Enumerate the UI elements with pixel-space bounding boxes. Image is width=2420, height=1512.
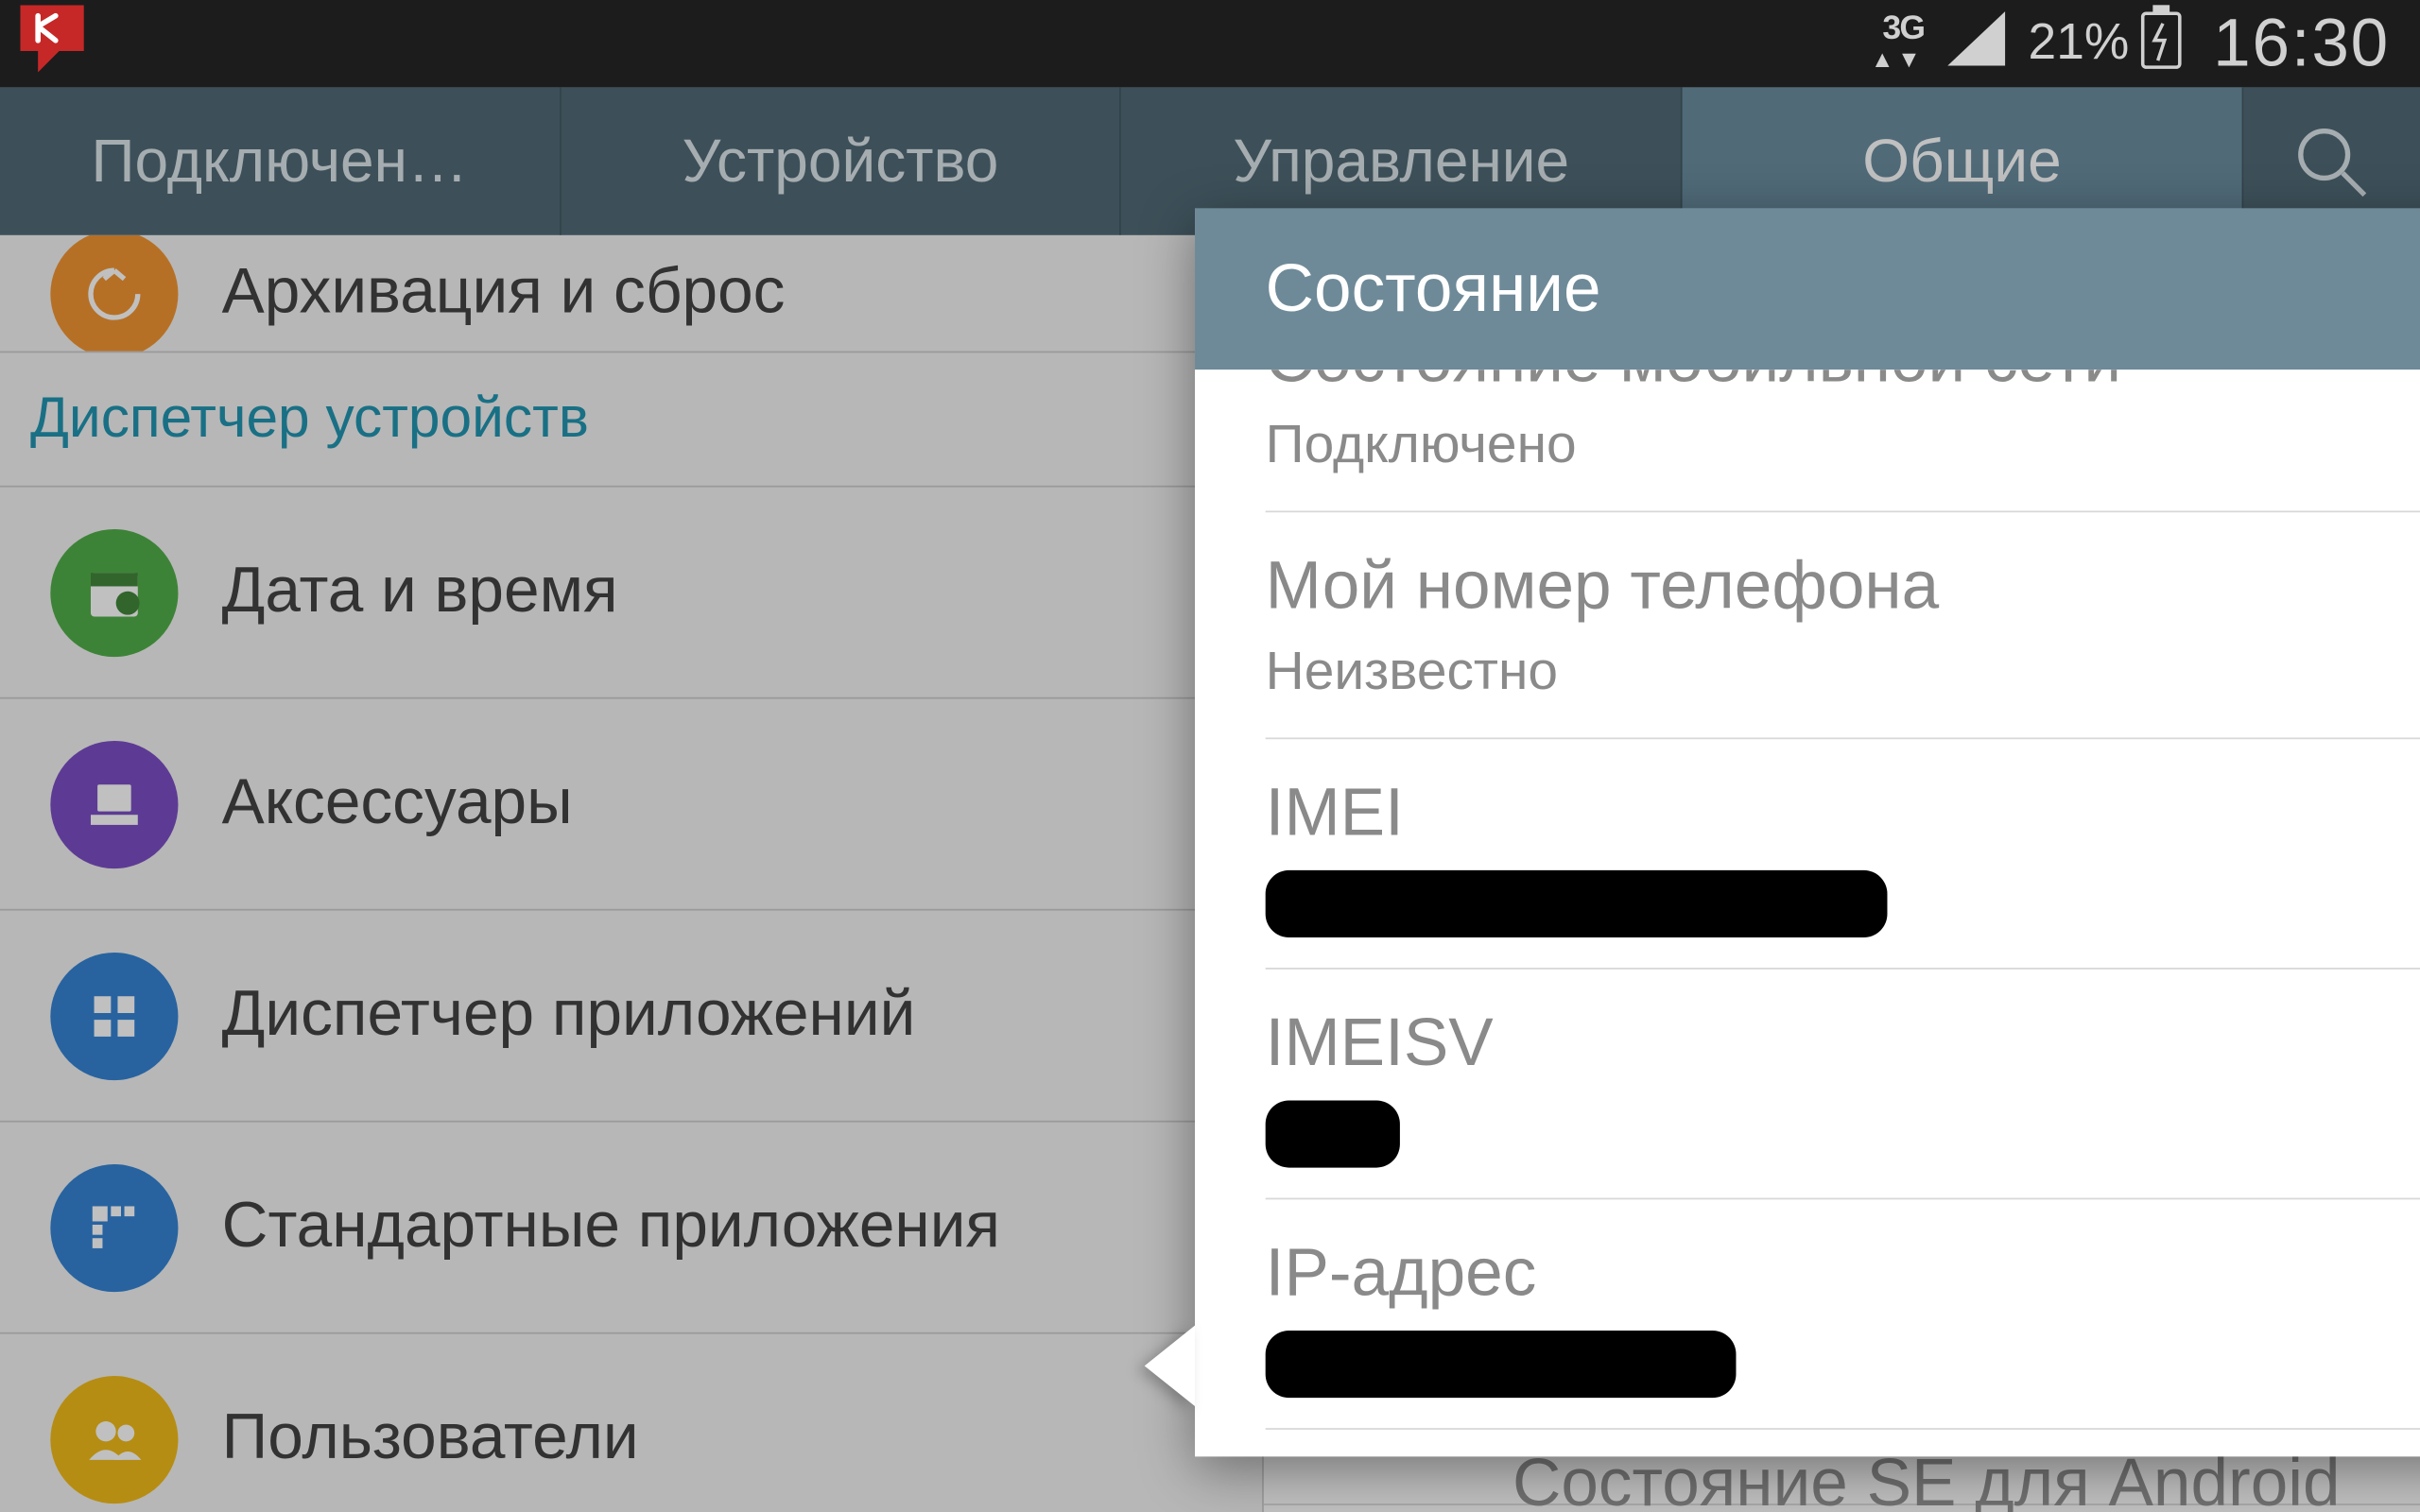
status-clock: 16:30 bbox=[2213, 6, 2390, 81]
redacted-imei bbox=[1266, 870, 1888, 937]
sidebar-item-label: Дата и время bbox=[222, 556, 618, 627]
tab-connections[interactable]: Подключен… bbox=[0, 87, 561, 234]
redacted-imeisv bbox=[1266, 1100, 1400, 1167]
users-icon bbox=[50, 1375, 178, 1503]
row-my-phone-number[interactable]: Мой номер телефона Неизвестно bbox=[1266, 512, 2420, 739]
sidebar-item-accessories[interactable]: Аксессуары bbox=[0, 699, 1262, 911]
network-3g-icon: 3G▲▼ bbox=[1871, 13, 1924, 74]
sidebar-section-device-manager: Диспетчер устройств bbox=[0, 352, 1262, 487]
status-dialog: Состояние Состояние мобильной сети Подкл… bbox=[1195, 208, 2420, 1456]
sidebar-item-label: Архивация и сброс bbox=[222, 257, 786, 329]
settings-sidebar[interactable]: Архивация и сброс Диспетчер устройств Да… bbox=[0, 235, 1264, 1512]
sidebar-item-label: Аксессуары bbox=[222, 767, 573, 839]
tab-device[interactable]: Устройство bbox=[561, 87, 1121, 234]
row-mobile-network-state[interactable]: Состояние мобильной сети Подключено bbox=[1266, 369, 2420, 512]
backup-icon bbox=[50, 235, 178, 352]
sidebar-item-backup-reset[interactable]: Архивация и сброс bbox=[0, 235, 1262, 352]
search-icon bbox=[2291, 121, 2372, 201]
battery-indicator: 21% bbox=[2029, 4, 2184, 84]
battery-charging-icon bbox=[2139, 4, 2183, 84]
row-ip-address[interactable]: IP-адрес bbox=[1266, 1199, 2420, 1430]
row-wifi-mac[interactable]: MAC-адрес Wi-Fi bbox=[1266, 1430, 2420, 1456]
row-imeisv[interactable]: IMEISV bbox=[1266, 970, 2420, 1200]
sidebar-item-date-time[interactable]: Дата и время bbox=[0, 488, 1262, 699]
battery-percent: 21% bbox=[2029, 15, 2130, 72]
sidebar-item-app-manager[interactable]: Диспетчер приложений bbox=[0, 911, 1262, 1123]
default-apps-icon bbox=[50, 1163, 178, 1291]
dialog-body[interactable]: Состояние мобильной сети Подключено Мой … bbox=[1195, 369, 2420, 1456]
calendar-icon bbox=[50, 528, 178, 656]
sidebar-item-label: Пользователи bbox=[222, 1402, 639, 1474]
sidebar-item-users[interactable]: Пользователи bbox=[0, 1334, 1262, 1512]
status-bar: 3G▲▼ 21% 16:30 bbox=[0, 0, 2420, 87]
sidebar-item-label: Диспетчер приложений bbox=[222, 979, 916, 1051]
signal-icon bbox=[1945, 5, 2009, 82]
redacted-ip bbox=[1266, 1331, 1737, 1398]
sidebar-item-label: Стандартные приложения bbox=[222, 1191, 1000, 1263]
screen-root: 3G▲▼ 21% 16:30 Подключен… Устройство Упр… bbox=[0, 0, 2420, 1512]
kaspersky-icon bbox=[17, 2, 88, 86]
row-imei[interactable]: IMEI bbox=[1266, 739, 2420, 970]
dialog-title: Состояние bbox=[1195, 208, 2420, 369]
dock-icon bbox=[50, 740, 178, 868]
sidebar-item-default-apps[interactable]: Стандартные приложения bbox=[0, 1123, 1262, 1334]
dialog-pointer bbox=[1145, 1326, 1195, 1406]
apps-grid-icon bbox=[50, 952, 178, 1079]
